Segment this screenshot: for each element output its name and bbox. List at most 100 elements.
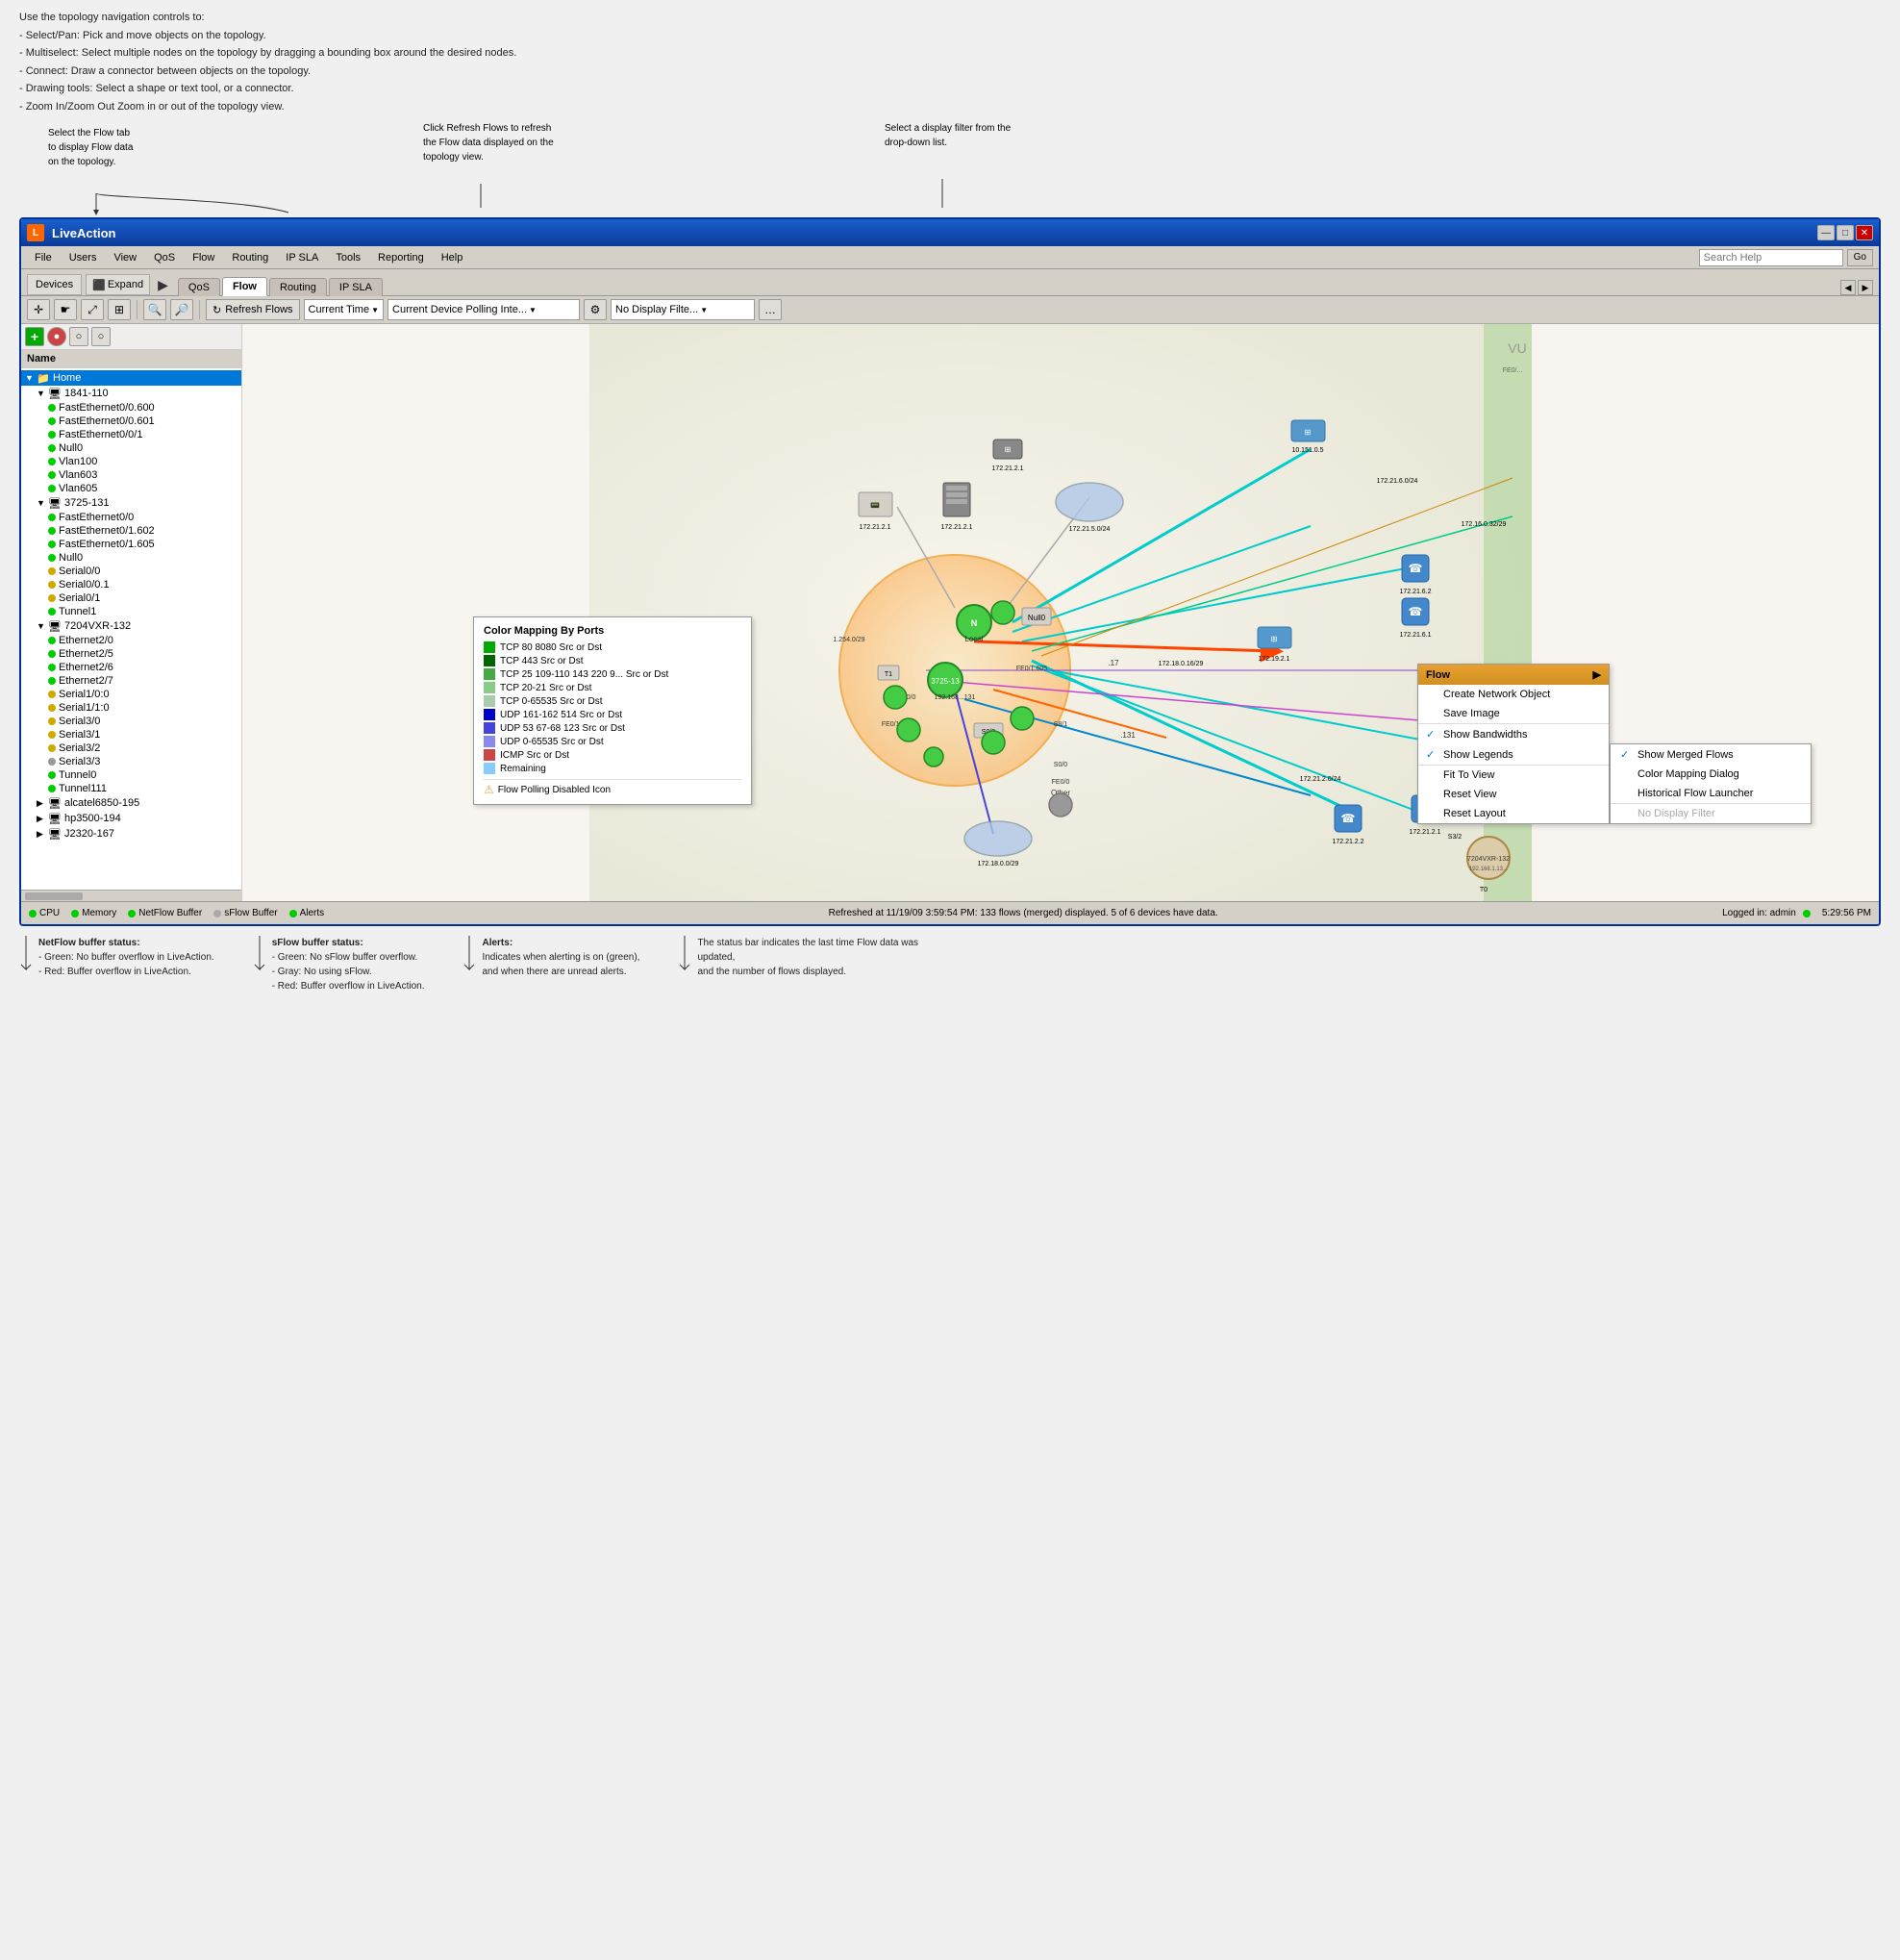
filter-dropdown[interactable]: No Display Filte... ▼ [611, 299, 755, 320]
tree-item-s32[interactable]: Serial3/2 [21, 741, 241, 755]
polling-dropdown[interactable]: Current Device Polling Inte... ▼ [388, 299, 580, 320]
ann-netflow: NetFlow buffer status: - Green: No buffe… [19, 936, 214, 993]
expand-7204[interactable]: ▼ [37, 621, 48, 631]
flow-menu-reset-layout[interactable]: Reset Layout [1418, 804, 1609, 823]
menu-users[interactable]: Users [62, 250, 105, 265]
flow-menu-show-bandwidths[interactable]: ✓ Show Bandwidths [1418, 724, 1609, 744]
app-icon: L [27, 224, 44, 241]
expand-button[interactable]: ⬛ Expand [86, 274, 150, 295]
tab-qos[interactable]: QoS [178, 278, 220, 296]
menu-ipsla[interactable]: IP SLA [278, 250, 326, 265]
tree-item-vlan100[interactable]: Vlan100 [21, 455, 241, 468]
tree-item-vlan603[interactable]: Vlan603 [21, 468, 241, 482]
sidebar-btn-2[interactable]: ○ [69, 327, 88, 346]
tree-item-tun111[interactable]: Tunnel111 [21, 782, 241, 795]
search-input[interactable] [1699, 249, 1843, 266]
tool-pan[interactable]: ☛ [54, 299, 77, 320]
close-button[interactable]: ✕ [1856, 225, 1873, 240]
tree-item-null0-1[interactable]: Null0 [21, 441, 241, 455]
menu-file[interactable]: File [27, 250, 60, 265]
expand-hp3500[interactable]: ▶ [37, 814, 48, 824]
tree-item-eth20[interactable]: Ethernet2/0 [21, 634, 241, 647]
tab-ipsla[interactable]: IP SLA [329, 278, 383, 296]
tree-item-fe3725-602[interactable]: FastEthernet0/1.602 [21, 524, 241, 538]
tree-item-fe01[interactable]: FastEthernet0/0/1 [21, 428, 241, 441]
right-menu-color-mapping[interactable]: Color Mapping Dialog [1611, 765, 1811, 784]
menu-qos[interactable]: QoS [146, 250, 183, 265]
svg-text:.131: .131 [1120, 731, 1136, 740]
right-menu-merged-flows[interactable]: ✓ Show Merged Flows [1611, 744, 1811, 765]
expand-home[interactable]: ▼ [25, 373, 37, 383]
menu-routing[interactable]: Routing [224, 250, 276, 265]
tree-item-fe3725-605[interactable]: FastEthernet0/1.605 [21, 538, 241, 551]
tree-item-fe601[interactable]: FastEthernet0/0.601 [21, 415, 241, 428]
tree-item-eth27[interactable]: Ethernet2/7 [21, 674, 241, 688]
sidebar-scrollbar[interactable] [21, 890, 241, 901]
tree-item-3725-null0[interactable]: Null0 [21, 551, 241, 565]
tree-item-7204[interactable]: ▼ 🖥 7204VXR-132 [21, 618, 241, 634]
tab-flow[interactable]: Flow [222, 277, 267, 296]
expand-1841[interactable]: ▼ [37, 389, 48, 398]
tree-item-tun0[interactable]: Tunnel0 [21, 768, 241, 782]
sidebar-add-btn[interactable]: + [25, 327, 44, 346]
polling-settings-btn[interactable]: ⚙ [584, 299, 607, 320]
tree-item-s110[interactable]: Serial1/1:0 [21, 701, 241, 715]
tree-item-3725-tun1[interactable]: Tunnel1 [21, 605, 241, 618]
minimize-button[interactable]: — [1817, 225, 1835, 240]
status-fe600 [48, 404, 56, 412]
tree-item-s30[interactable]: Serial3/0 [21, 715, 241, 728]
search-button[interactable]: Go [1847, 249, 1873, 266]
sidebar-scroll-thumb[interactable] [25, 892, 83, 900]
time-dropdown[interactable]: Current Time ▼ [304, 299, 385, 320]
tool-select[interactable]: ✛ [27, 299, 50, 320]
expand-alcatel[interactable]: ▶ [37, 798, 48, 809]
right-menu-historical[interactable]: Historical Flow Launcher [1611, 784, 1811, 803]
svg-text:10.151.0.5: 10.151.0.5 [1291, 447, 1323, 454]
expand-j2320[interactable]: ▶ [37, 829, 48, 840]
filter-settings-btn[interactable]: … [759, 299, 782, 320]
tree-item-home[interactable]: ▼ 📁 Home [21, 370, 241, 386]
tree-item-hp3500[interactable]: ▶ 🖥 hp3500-194 [21, 811, 241, 826]
tree-item-vlan605[interactable]: Vlan605 [21, 482, 241, 495]
tool-draw[interactable]: ⊞ [108, 299, 131, 320]
tree-item-1841[interactable]: ▼ 🖥 1841-110 [21, 386, 241, 401]
tree-item-3725-s01[interactable]: Serial0/1 [21, 591, 241, 605]
tree-item-alcatel[interactable]: ▶ 🖥 alcatel6850-195 [21, 795, 241, 811]
refresh-flows-button[interactable]: ↻ Refresh Flows [206, 299, 300, 320]
flow-menu-header[interactable]: Flow ▶ [1418, 665, 1609, 685]
topology-area[interactable]: N Local 3725-13 192.168...131 Null0 FE0/… [242, 324, 1879, 901]
tree-item-3725[interactable]: ▼ 🖥 3725-131 [21, 495, 241, 511]
expand-3725[interactable]: ▼ [37, 498, 48, 508]
tree-item-fe3725-0[interactable]: FastEthernet0/0 [21, 511, 241, 524]
tool-zoom-in[interactable]: 🔍 [143, 299, 166, 320]
tab-nav-prev[interactable]: ◀ [1840, 280, 1856, 295]
flow-menu-show-legends[interactable]: ✓ Show Legends [1418, 744, 1609, 765]
flow-menu-create-network[interactable]: Create Network Object [1418, 685, 1609, 704]
sidebar-btn-1[interactable]: ● [47, 327, 66, 346]
tool-connect[interactable]: ⤢ [81, 299, 104, 320]
menu-reporting[interactable]: Reporting [370, 250, 432, 265]
tree-item-eth26[interactable]: Ethernet2/6 [21, 661, 241, 674]
maximize-button[interactable]: □ [1837, 225, 1854, 240]
tree-item-3725-s00[interactable]: Serial0/0 [21, 565, 241, 578]
tree-item-3725-s001[interactable]: Serial0/0.1 [21, 578, 241, 591]
menu-tools[interactable]: Tools [328, 250, 368, 265]
menu-view[interactable]: View [106, 250, 144, 265]
tab-devices[interactable]: Devices [27, 274, 82, 295]
tree-item-fe600[interactable]: FastEthernet0/0.600 [21, 401, 241, 415]
tab-routing[interactable]: Routing [269, 278, 327, 296]
flow-menu-save-image[interactable]: Save Image [1418, 704, 1609, 723]
tab-nav-next[interactable]: ▶ [1858, 280, 1873, 295]
sidebar-btn-3[interactable]: ○ [91, 327, 111, 346]
status-cpu: CPU [29, 908, 60, 918]
tree-item-s33[interactable]: Serial3/3 [21, 755, 241, 768]
menu-help[interactable]: Help [434, 250, 471, 265]
flow-menu-reset-view[interactable]: Reset View [1418, 785, 1609, 804]
tree-item-s100[interactable]: Serial1/0:0 [21, 688, 241, 701]
tree-item-j2320[interactable]: ▶ 🖥 J2320-167 [21, 826, 241, 842]
tree-item-eth25[interactable]: Ethernet2/5 [21, 647, 241, 661]
flow-menu-fit-view[interactable]: Fit To View [1418, 766, 1609, 785]
tree-item-s31[interactable]: Serial3/1 [21, 728, 241, 741]
menu-flow[interactable]: Flow [185, 250, 222, 265]
tool-zoom-out[interactable]: 🔎 [170, 299, 193, 320]
